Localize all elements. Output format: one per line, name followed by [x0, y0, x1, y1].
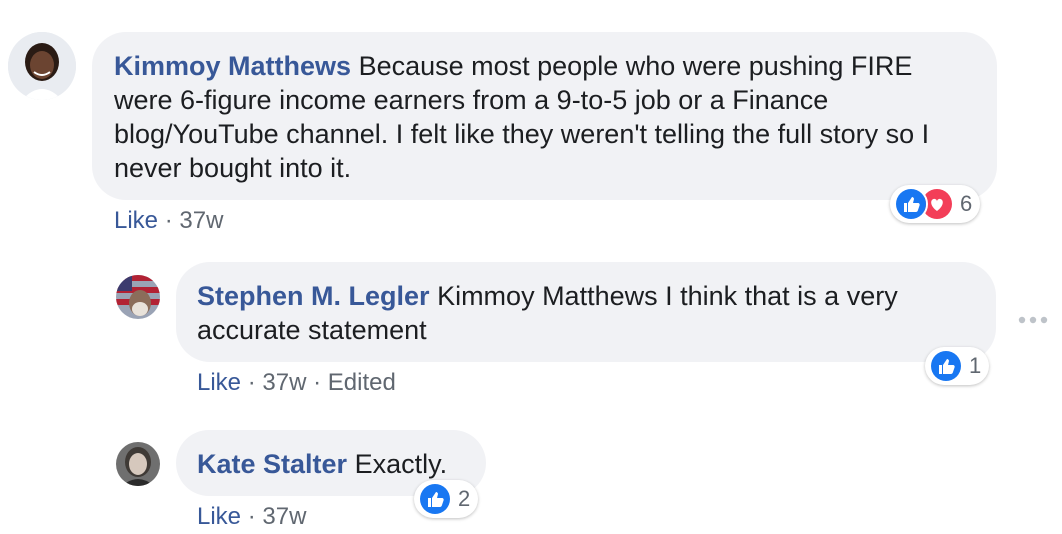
- reaction-count: 2: [458, 486, 471, 511]
- more-options-icon[interactable]: [1018, 312, 1048, 330]
- comment-author[interactable]: Stephen M. Legler: [197, 281, 430, 311]
- comment-author[interactable]: Kimmoy Matthews: [114, 51, 351, 81]
- like-icon: [418, 482, 452, 516]
- separator: ·: [313, 369, 322, 396]
- timestamp[interactable]: 37w: [262, 503, 306, 530]
- avatar[interactable]: [8, 32, 76, 100]
- comment-bubble: Kimmoy Matthews Because most people who …: [92, 32, 997, 200]
- comment-meta: Like · 37w · Edited: [197, 369, 396, 397]
- comment-meta: Like · 37w: [114, 207, 223, 235]
- separator: ·: [164, 207, 173, 234]
- reaction-count: 6: [960, 191, 973, 216]
- like-icon: [929, 349, 963, 383]
- avatar[interactable]: [116, 275, 160, 319]
- like-icon: [894, 187, 928, 221]
- comment-meta: Like · 37w: [197, 503, 306, 531]
- like-link[interactable]: Like: [197, 369, 241, 396]
- separator: ·: [247, 369, 256, 396]
- comment-text: Exactly.: [354, 449, 448, 479]
- like-link[interactable]: Like: [197, 503, 241, 530]
- reaction-count: 1: [969, 353, 982, 378]
- separator: ·: [247, 503, 256, 530]
- reaction-summary[interactable]: 2: [414, 480, 479, 518]
- reaction-summary[interactable]: 1: [925, 347, 990, 385]
- timestamp[interactable]: 37w: [262, 369, 306, 396]
- comment-author[interactable]: Kate Stalter: [197, 449, 347, 479]
- comment-bubble: Stephen M. Legler Kimmoy Matthews I thin…: [176, 262, 996, 362]
- reaction-summary[interactable]: 6: [890, 185, 981, 223]
- edited-label[interactable]: Edited: [328, 369, 396, 396]
- timestamp[interactable]: 37w: [179, 207, 223, 234]
- like-link[interactable]: Like: [114, 207, 158, 234]
- avatar[interactable]: [116, 442, 160, 486]
